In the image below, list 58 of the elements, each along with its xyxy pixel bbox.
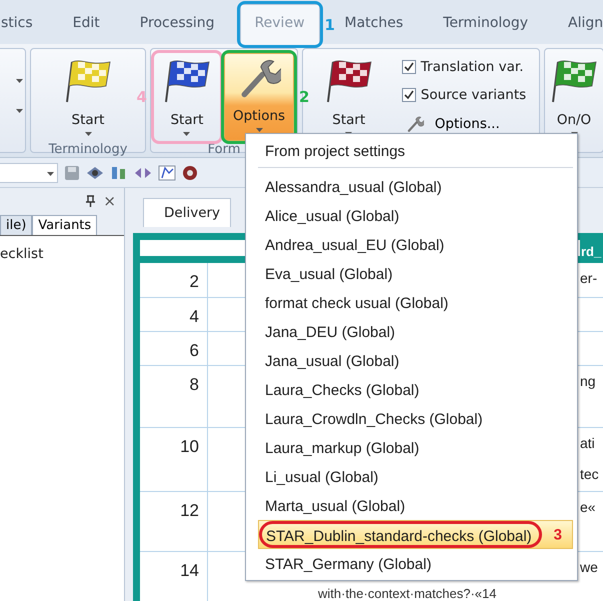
segment-text: ati	[580, 435, 595, 452]
menu-item[interactable]: Marta_usual (Global)	[258, 491, 573, 520]
close-button[interactable]: ×	[103, 190, 116, 212]
menu-item[interactable]: STAR_Dublin_standard-checks (Global) 3	[258, 520, 573, 549]
annotation-number: 1	[324, 14, 335, 36]
pane-tab[interactable]: ile)	[0, 214, 32, 235]
annotation-number: 3	[554, 525, 562, 545]
segment-text: er-	[580, 270, 598, 286]
ribbon-tab[interactable]: Terminology	[428, 4, 544, 44]
check-icon	[404, 62, 414, 72]
group-label: Form	[208, 142, 240, 157]
row-number: 10	[140, 428, 208, 492]
menu-item[interactable]: From project settings	[258, 136, 573, 165]
annotation-number: 2	[299, 86, 310, 108]
segment-text: we	[580, 559, 598, 576]
checkbox[interactable]: Source variants	[402, 85, 526, 106]
segment-text: e«	[580, 499, 596, 516]
menu-item[interactable]: Alice_usual (Global)	[258, 201, 573, 230]
segment-text: ng	[580, 373, 596, 390]
menu-item[interactable]: Andrea_usual_EU (Global)	[258, 230, 573, 259]
wrench-icon	[406, 114, 424, 133]
annotation-number: 4	[136, 86, 147, 108]
menu-item[interactable]: Laura_Crowdln_Checks (Global)	[258, 404, 573, 433]
start-button[interactable]: Start	[55, 53, 121, 141]
row-number: 2	[140, 263, 208, 298]
ribbon-tab[interactable]: Edit	[58, 4, 115, 44]
ribbon-tab[interactable]: Align	[553, 4, 603, 44]
list-item[interactable]: ecklist	[0, 246, 44, 262]
row-number: 12	[140, 492, 208, 552]
column-header: rd_	[580, 240, 603, 256]
bars-icon	[110, 164, 128, 180]
pane-tab[interactable]: Variants	[32, 214, 98, 235]
menu-item[interactable]: Laura_markup (Global)	[258, 433, 573, 462]
row-number: 8	[140, 366, 208, 428]
menu-item[interactable]: Jana_usual (Global)	[258, 346, 573, 375]
chart-icon	[158, 164, 176, 180]
menu-item[interactable]: STAR_Germany (Global)	[258, 549, 573, 578]
menu-item[interactable]: format check usual (Global)	[258, 288, 573, 317]
menu-item[interactable]: Jana_DEU (Global)	[258, 317, 573, 346]
document-tab[interactable]: Delivery	[143, 198, 232, 228]
check-icon	[404, 90, 414, 100]
menu-item[interactable]: Li_usual (Global)	[258, 462, 573, 491]
row-number: 4	[140, 298, 208, 332]
menu-item[interactable]: Laura_Checks (Global)	[258, 375, 573, 404]
ribbon-tab[interactable]: stics	[0, 4, 48, 44]
combo-box[interactable]	[0, 162, 58, 182]
pin-icon	[86, 195, 96, 207]
menu-item[interactable]: Alessandra_usual (Global)	[258, 172, 573, 201]
checkbox[interactable]: Translation var.	[402, 57, 526, 78]
row-number: 14	[140, 552, 208, 601]
group-label: Terminology	[48, 142, 128, 157]
segment-text: with·the·context·matches?·«14	[318, 586, 496, 601]
segment-text: tec	[580, 466, 599, 482]
ribbon-tab[interactable]: Processing	[124, 4, 230, 44]
menu-item[interactable]: Eva_usual (Global)	[258, 259, 573, 288]
row-number: 6	[140, 332, 208, 366]
options-link[interactable]: Options...	[406, 114, 526, 134]
diamond-icon	[86, 164, 104, 180]
